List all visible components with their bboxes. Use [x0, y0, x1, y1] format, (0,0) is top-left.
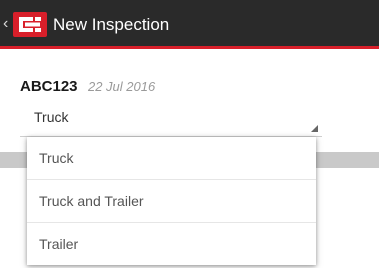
vehicle-type-select[interactable]: Truck [20, 104, 322, 137]
vehicle-type-selected-value: Truck [34, 109, 69, 125]
inspection-date: 22 Jul 2016 [87, 79, 156, 94]
page-title: New Inspection [53, 15, 170, 34]
dropdown-option-truck[interactable]: Truck [27, 137, 316, 180]
app-bar: ‹ New Inspection [0, 0, 379, 49]
dropdown-option-truck-and-trailer[interactable]: Truck and Trailer [27, 180, 316, 223]
dropdown-arrow-icon [311, 125, 318, 132]
chevron-left-icon[interactable]: ‹ [3, 13, 13, 35]
vehicle-type-dropdown-menu: Truck Truck and Trailer Trailer [27, 137, 316, 265]
dropdown-option-trailer[interactable]: Trailer [27, 223, 316, 266]
brand-logo-icon [13, 12, 47, 37]
record-header: ABC123 22 Jul 2016 [20, 78, 155, 96]
registration-number: ABC123 [20, 78, 78, 95]
